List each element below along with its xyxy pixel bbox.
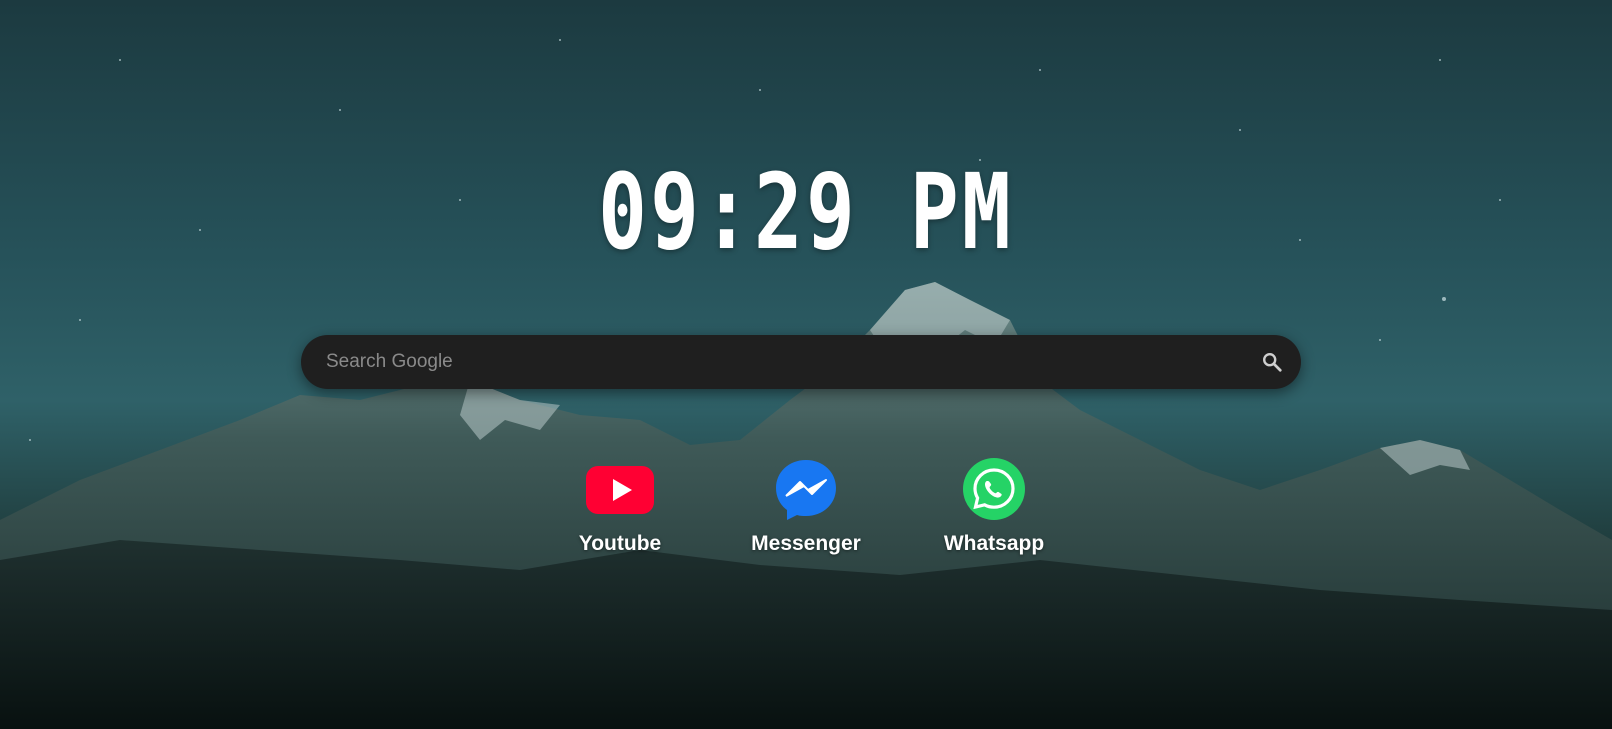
search-icon[interactable] [1261, 351, 1283, 373]
whatsapp-label: Whatsapp [943, 532, 1045, 555]
whatsapp-icon [963, 458, 1025, 520]
messenger-label: Messenger [751, 532, 861, 555]
clock-display: 09:29 PM [598, 151, 1014, 273]
youtube-shortcut[interactable]: Youtube [545, 458, 695, 556]
youtube-icon [586, 466, 654, 514]
search-input[interactable] [326, 335, 1226, 389]
youtube-label: Youtube [578, 532, 662, 555]
search-bar[interactable] [301, 335, 1301, 389]
messenger-icon [776, 460, 836, 520]
whatsapp-shortcut[interactable]: Whatsapp [919, 458, 1069, 556]
messenger-shortcut[interactable]: Messenger [731, 458, 881, 556]
